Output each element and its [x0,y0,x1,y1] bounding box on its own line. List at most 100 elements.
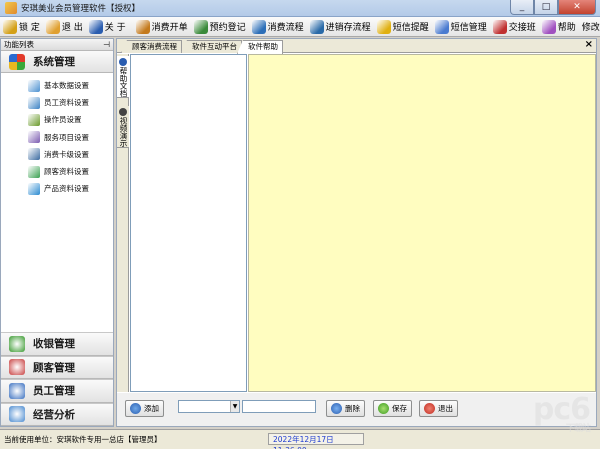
toolbar-button-5[interactable]: 消费流程 [249,18,307,36]
cart-icon [135,19,150,34]
group-label: 收银管理 [33,338,75,351]
system-item-0[interactable]: 基本数据设置 [1,77,113,94]
save-label: 保存 [392,404,407,413]
settings-icon [28,165,40,178]
toolbar-label: 短信管理 [450,23,487,33]
toolbar-button-3[interactable]: 消费开单 [133,18,191,36]
main-toolbar: 锁 定 退 出 关 于 消费开单 预约登记 消费流程 进销存流程 短信提醒 短信管理 交接班 帮助修… [0,17,600,37]
flow-icon [251,19,266,34]
toolbar-label: 消费开单 [151,23,188,33]
group-icon [9,406,25,423]
system-item-1[interactable]: 员工资料设置 [1,94,113,111]
help-icon [541,19,556,34]
system-management-items: 基本数据设置 员工资料设置操作员设置 服务项目设置消费卡级设置 顾客资料设置产品资料设… [1,73,113,197]
close-button[interactable]: ✕ [558,0,596,15]
help-content-pane [248,54,596,392]
side-tab-0[interactable]: 帮助文档 [117,56,129,98]
toolbar-label: 关 于 [104,23,126,33]
side-tab-label: 视频演示 [119,117,128,147]
handover-icon [492,19,507,34]
toolbar-button-7[interactable]: 短信提醒 [374,18,432,36]
toolbar-button-0[interactable]: 锁 定 [0,18,43,36]
toolbar-label: 短信提醒 [392,23,429,33]
toolbar-label: 交接班 [508,23,536,33]
window-title: 安琪美业会员管理软件【授权】 [21,4,141,14]
exit-icon [45,19,60,34]
function-list-title: 功能列表 [4,40,34,49]
watermark: pc6 下载站 [533,392,591,434]
settings-icon [28,148,40,161]
toolbar-button-8[interactable]: 短信管理 [432,18,490,36]
group-label: 经营分析 [33,408,75,421]
other-groups: 收银管理顾客管理员工管理经营分析 [1,332,113,426]
toolbar-button-1[interactable]: 退 出 [43,18,86,36]
toolbar-label: 退 出 [61,23,83,33]
category-select[interactable]: ▼ [178,400,240,413]
side-tab-label: 帮助文档 [119,67,128,97]
group-icon [9,382,25,399]
system-item-label: 顾客资料设置 [44,167,89,177]
app-icon [5,2,17,14]
maximize-button[interactable]: □ [534,0,558,15]
toolbar-label: 预约登记 [209,23,246,33]
tab-1[interactable]: 软件互动平台 [181,40,242,53]
group-label: 顾客管理 [33,361,75,374]
toolbar-button-4[interactable]: 预约登记 [191,18,249,36]
add-icon [130,403,141,414]
function-list-header: 功能列表 ⊣ [1,39,113,51]
settings-icon [28,79,40,92]
toolbar-button-10[interactable]: 帮助 [539,18,579,36]
toolbar-label: 锁 定 [19,23,40,33]
settings-icon [28,96,40,109]
system-item-3[interactable]: 服务项目设置 [1,129,113,146]
save-icon [378,403,389,414]
pin-icon[interactable]: ⊣ [103,39,110,51]
group-0[interactable]: 收银管理 [1,332,113,356]
add-button[interactable]: 添加 [125,400,164,417]
action-bar: 添加 ▼ 删除 保存 退出 [117,393,596,426]
minimize-button[interactable]: _ [510,0,534,15]
group-3[interactable]: 经营分析 [1,402,113,426]
exit-button[interactable]: 退出 [419,400,458,417]
side-tab-1[interactable]: 视频演示 [117,106,129,148]
add-label: 添加 [144,404,159,413]
exit-label: 退出 [438,404,453,413]
toolbar-label: 消费流程 [267,23,304,33]
system-item-4[interactable]: 消费卡级设置 [1,146,113,163]
toolbar-button-11[interactable]: 修改密码 [579,18,600,36]
exit-icon [424,403,435,414]
title-input[interactable] [242,400,316,413]
system-item-label: 消费卡级设置 [44,149,89,159]
toolbar-button-2[interactable]: 关 于 [86,18,129,36]
delete-label: 删除 [345,404,360,413]
tab-2[interactable]: 软件帮助 [237,40,283,54]
toolbar-button-9[interactable]: 交接班 [490,18,539,36]
group-icon [9,335,25,352]
group-label: 系统管理 [33,56,75,68]
system-item-label: 员工资料设置 [44,98,89,108]
group-icon [9,359,25,376]
system-item-6[interactable]: 产品资料设置 [1,180,113,197]
info-icon [88,19,103,34]
group-1[interactable]: 顾客管理 [1,355,113,379]
sms-icon [434,19,449,34]
group-2[interactable]: 员工管理 [1,379,113,403]
tab-0[interactable]: 顾客消费流程 [121,40,182,53]
delete-button[interactable]: 删除 [326,400,365,417]
save-button[interactable]: 保存 [373,400,412,417]
tab-strip: × 顾客消费流程 软件互动平台 软件帮助 [117,39,596,54]
warning-icon [376,19,391,34]
system-item-label: 基本数据设置 [44,81,89,91]
toolbar-button-6[interactable]: 进销存流程 [307,18,374,36]
document-list[interactable] [130,54,247,392]
function-list-panel: 功能列表 ⊣ 系统管理 基本数据设置 员工资料设置操作员设置 服务项目设置消费卡级设… [0,38,114,427]
close-tab-icon[interactable]: × [585,39,593,50]
system-item-2[interactable]: 操作员设置 [1,111,113,128]
appointment-icon [193,19,208,34]
group-system-management[interactable]: 系统管理 [1,51,113,73]
system-item-5[interactable]: 顾客资料设置 [1,163,113,180]
settings-icon [28,182,40,195]
status-user: 当前使用单位：安琪软件专用一总店【管理员】 [4,435,162,444]
settings-icon [28,131,40,144]
chevron-down-icon[interactable]: ▼ [230,401,239,412]
